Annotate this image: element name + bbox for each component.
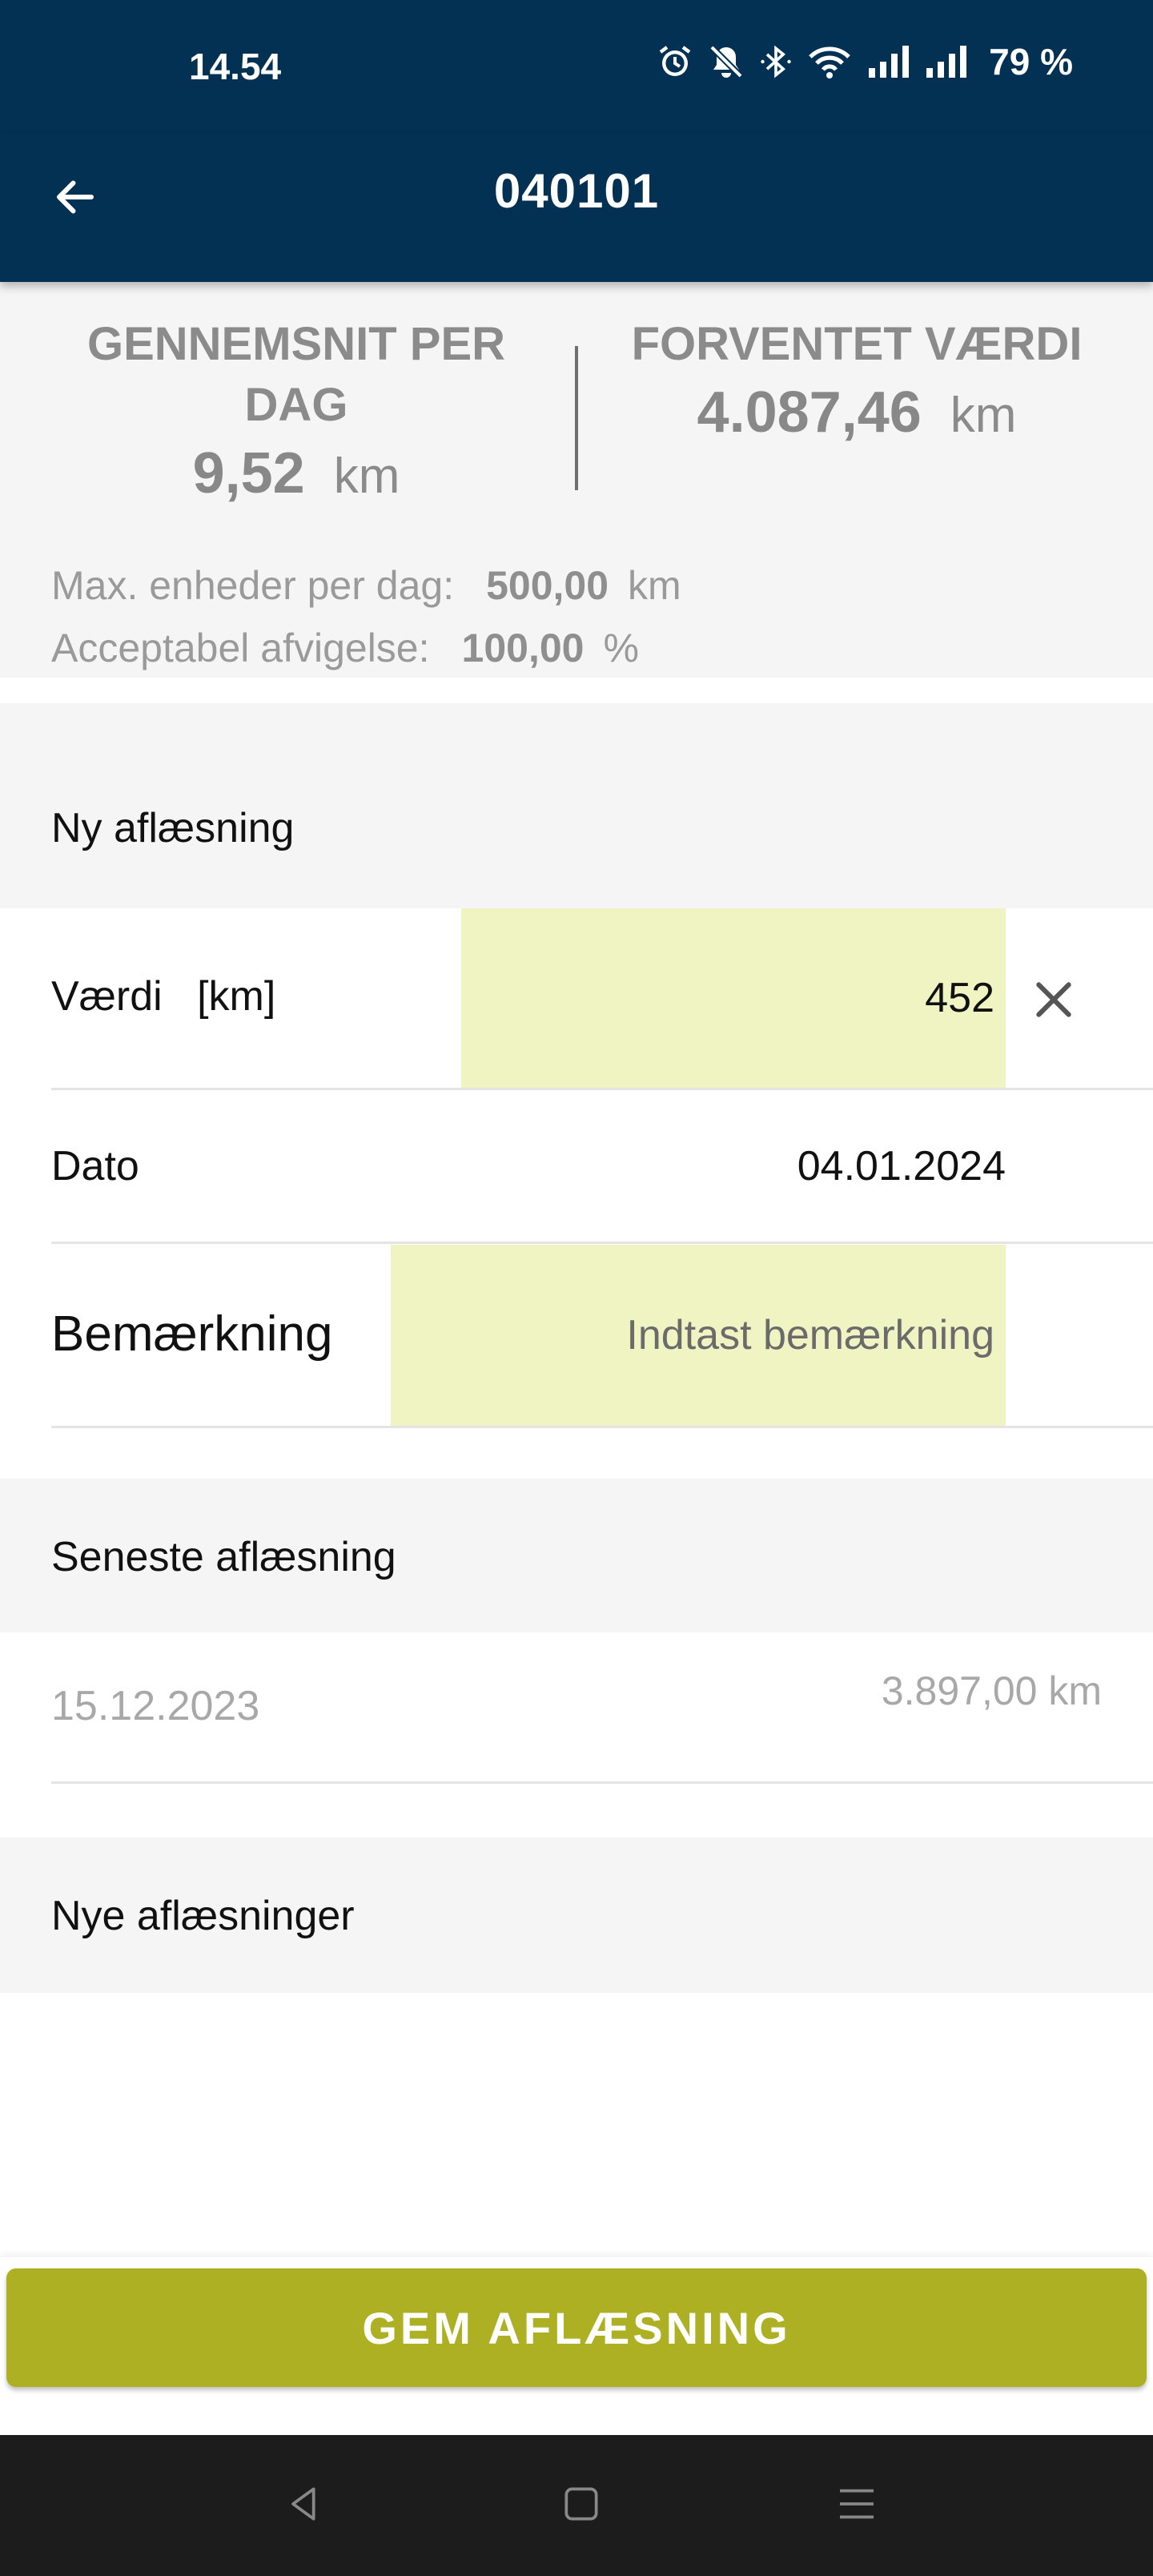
expected-label: FORVENTET VÆRDI <box>631 318 1083 370</box>
new-readings-section-header: Nye aflæsninger <box>0 1837 1153 1993</box>
app-bar: 040101 <box>0 135 1153 282</box>
wifi-icon <box>806 42 853 81</box>
deviation-value: 100,00 <box>461 626 585 670</box>
home-square-icon <box>559 2481 604 2530</box>
section-title-new-readings: Nye aflæsninger <box>51 1893 355 1939</box>
acceptable-deviation: Acceptabel afvigelse: 100,00 % <box>51 625 639 671</box>
date-row[interactable]: Dato 04.01.2024 <box>0 1091 1153 1245</box>
nav-home-button[interactable] <box>549 2473 613 2538</box>
value-label-text: Værdi <box>51 973 163 1020</box>
latest-reading-date: 15.12.2023 <box>51 1683 260 1729</box>
clear-value-button[interactable] <box>1022 969 1086 1033</box>
close-icon <box>1031 977 1076 1026</box>
latest-reading-row: 15.12.2023 3.897,00 km <box>0 1632 1153 1786</box>
save-reading-button[interactable]: GEM AFLÆSNING <box>6 2268 1147 2387</box>
nav-recents-button[interactable] <box>825 2473 889 2538</box>
latest-reading-section-header: Seneste aflæsning <box>0 1479 1153 1632</box>
new-reading-section-header: Ny aflæsning <box>0 703 1153 908</box>
nav-back-button[interactable] <box>272 2473 336 2538</box>
page-title: 040101 <box>493 164 660 218</box>
menu-lines-icon <box>834 2481 879 2530</box>
divider <box>51 1088 1153 1090</box>
max-units-per-day: Max. enheder per dag: 500,00 km <box>51 562 681 609</box>
status-bar: 14.54 79 % <box>0 0 1153 135</box>
section-title-latest-reading: Seneste aflæsning <box>51 1534 396 1580</box>
expected-number: 4.087,46 <box>697 380 922 445</box>
average-label: GENNEMSNIT PER DAG <box>86 318 506 431</box>
system-nav-bar <box>0 2435 1153 2576</box>
signal-icon <box>923 42 968 81</box>
deviation-label: Acceptabel afvigelse: <box>51 626 430 670</box>
divider <box>51 1781 1153 1784</box>
remark-placeholder: Indtast bemærkning <box>626 1312 994 1358</box>
status-time: 14.54 <box>189 46 282 87</box>
stats-divider <box>575 346 578 490</box>
latest-reading-value: 3.897,00 km <box>881 1668 1102 1713</box>
value-unit: [km] <box>197 973 276 1020</box>
value-row: Værdi [km] 452 <box>0 908 1153 1091</box>
date-label: Dato <box>51 1143 139 1189</box>
max-unit: km <box>628 563 681 608</box>
divider <box>51 1242 1153 1244</box>
stats-panel: GENNEMSNIT PER DAG 9,52 km FORVENTET VÆR… <box>0 282 1153 678</box>
average-unit: km <box>333 449 400 504</box>
max-value: 500,00 <box>486 563 609 608</box>
value-input[interactable]: 452 <box>461 908 1006 1088</box>
status-icons: 79 % <box>656 40 1073 83</box>
deviation-unit: % <box>603 626 639 670</box>
bluetooth-icon <box>758 42 793 81</box>
section-title-new-reading: Ny aflæsning <box>51 805 295 851</box>
back-triangle-icon <box>282 2481 327 2530</box>
value-label: Værdi [km] <box>51 972 275 1020</box>
divider <box>51 1426 1153 1428</box>
expected-value: FORVENTET VÆRDI 4.087,46 km <box>593 314 1121 445</box>
bottom-action-area: GEM AFLÆSNING <box>0 2257 1153 2435</box>
date-value: 04.01.2024 <box>797 1143 1006 1189</box>
max-label: Max. enheder per dag: <box>51 563 455 608</box>
remark-row: Bemærkning Indtast bemærkning <box>0 1245 1153 1429</box>
bell-muted-icon <box>707 42 745 81</box>
battery-level: 79 % <box>989 41 1073 83</box>
alarm-icon <box>656 42 694 81</box>
expected-unit: km <box>950 388 1017 443</box>
average-per-day: GENNEMSNIT PER DAG 9,52 km <box>48 314 544 506</box>
value-input-text: 452 <box>925 975 994 1021</box>
remark-label: Bemærkning <box>51 1306 333 1362</box>
signal-icon <box>866 42 910 81</box>
remark-input[interactable]: Indtast bemærkning <box>391 1245 1006 1426</box>
average-value: 9,52 <box>192 441 305 505</box>
